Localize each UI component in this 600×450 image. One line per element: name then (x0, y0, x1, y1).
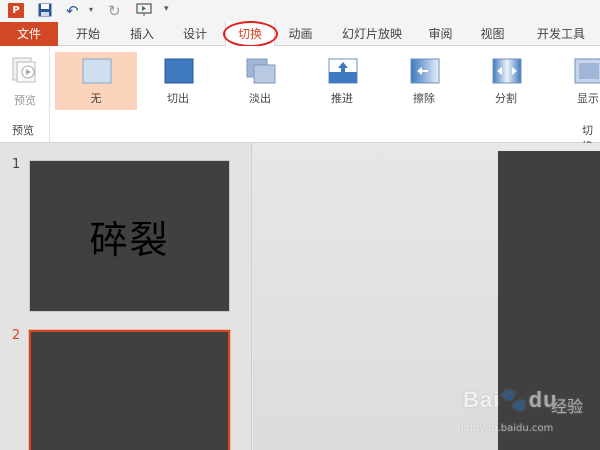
powerpoint-logo-icon: P (8, 3, 24, 18)
tab-home[interactable]: 开始 (63, 22, 113, 46)
preview-icon (12, 57, 36, 83)
wipe-transition-icon (410, 58, 440, 84)
slide-thumbnail-2[interactable] (28, 329, 231, 450)
start-slideshow-icon[interactable] (136, 3, 152, 17)
transition-none[interactable]: 无 (55, 52, 137, 110)
transition-cut[interactable]: 切出 (137, 52, 219, 110)
transition-label: 分割 (495, 92, 517, 105)
tab-slideshow[interactable]: 幻灯片放映 (332, 22, 412, 46)
undo-dropdown-icon[interactable]: ▾ (89, 5, 93, 14)
transition-label: 显示 (577, 92, 599, 105)
slide-thumbnail-pane[interactable]: 1 碎裂 2 (0, 143, 252, 450)
customize-toolbar-icon[interactable]: ▾ (164, 4, 169, 14)
push-transition-icon (328, 58, 358, 84)
transition-wipe[interactable]: 擦除 (383, 52, 465, 110)
transition-push[interactable]: 推进 (301, 52, 383, 110)
transition-split[interactable]: 分割 (465, 52, 547, 110)
redo-icon[interactable]: ↻ (108, 2, 121, 20)
preview-group-label: 预览 (12, 124, 34, 137)
tab-developer[interactable]: 开发工具 (527, 22, 595, 46)
cut-transition-icon (164, 58, 194, 84)
watermark-brand: Bai🐾du (463, 387, 558, 412)
transition-fade[interactable]: 淡出 (219, 52, 301, 110)
tab-view[interactable]: 视图 (470, 22, 515, 46)
transition-gallery: 无 切出 淡出 推进 擦除 分割 显示 (55, 52, 600, 112)
transition-label: 擦除 (413, 92, 435, 105)
ribbon-panel: 预览 预览 无 切出 淡出 推进 擦除 分割 显示 切 (0, 46, 600, 153)
baidu-jingyan-watermark: Bai🐾du 经验 jingyan.baidu.com (455, 383, 595, 443)
slide-number: 1 (12, 157, 21, 172)
preview-group: 预览 预览 (0, 46, 50, 143)
save-icon[interactable] (38, 3, 52, 17)
ribbon-tabs: 文件 开始 插入 设计 切换 动画 幻灯片放映 审阅 视图 开发工具 (0, 22, 600, 47)
tab-file[interactable]: 文件 (0, 22, 58, 46)
annotation-circle (223, 21, 278, 47)
watermark-jingyan: 经验 (551, 397, 584, 416)
slide-thumbnail-1[interactable]: 碎裂 (29, 160, 230, 312)
none-transition-icon (82, 58, 112, 84)
split-transition-icon (492, 58, 522, 84)
fade-transition-icon (246, 58, 276, 84)
transition-reveal[interactable]: 显示 (547, 52, 600, 110)
tab-review[interactable]: 审阅 (418, 22, 463, 46)
transition-label: 推进 (331, 92, 353, 105)
slide-number-active: 2 (12, 328, 21, 343)
transition-label: 淡出 (249, 92, 271, 105)
slide-title: 碎裂 (89, 217, 170, 262)
tab-animations[interactable]: 动画 (278, 22, 323, 46)
tab-design[interactable]: 设计 (170, 22, 220, 46)
reveal-transition-icon (574, 58, 600, 84)
quick-access-toolbar: P ↶ ▾ ↻ ▾ (0, 0, 600, 22)
paw-icon: 🐾 (500, 387, 529, 412)
transition-label: 切出 (167, 92, 189, 105)
transition-label: 无 (90, 92, 102, 105)
preview-button[interactable]: 预览 (0, 52, 50, 112)
tab-insert[interactable]: 插入 (117, 22, 167, 46)
undo-icon[interactable]: ↶ (66, 2, 79, 20)
preview-label: 预览 (14, 94, 36, 107)
watermark-url: jingyan.baidu.com (461, 423, 554, 434)
